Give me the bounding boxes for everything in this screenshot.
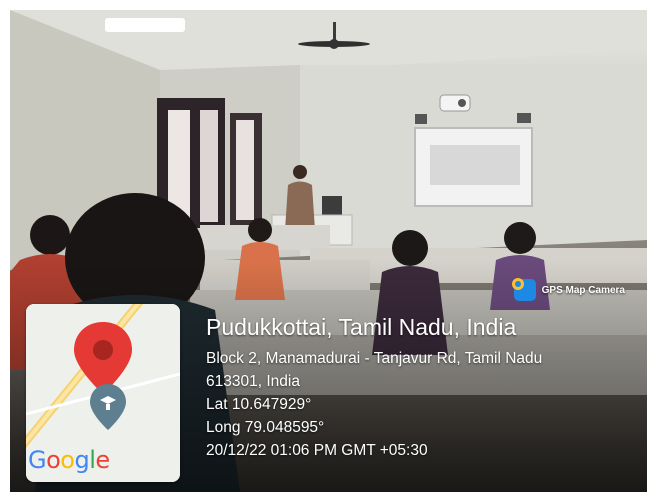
address-line-2: 613301, India xyxy=(206,373,300,390)
classroom-photo: GPS Map Camera Google Pudukkottai, Tamil… xyxy=(10,10,647,492)
google-logo: Google xyxy=(28,446,110,474)
map-thumbnail: Google xyxy=(26,304,180,482)
latitude: Lat 10.647929° xyxy=(206,396,312,413)
app-badge: GPS Map Camera xyxy=(510,276,633,304)
gps-camera-app-icon xyxy=(511,278,536,301)
app-badge-label: GPS Map Camera xyxy=(541,284,625,296)
location-info: Pudukkottai, Tamil Nadu, India Block 2, … xyxy=(206,314,542,462)
place-name: Pudukkottai, Tamil Nadu, India xyxy=(206,314,517,340)
datetime: 20/12/22 01:06 PM GMT +05:30 xyxy=(206,442,428,459)
address-line-1: Block 2, Manamadurai - Tanjavur Rd, Tami… xyxy=(206,350,543,367)
longitude: Long 79.048595° xyxy=(206,419,325,436)
